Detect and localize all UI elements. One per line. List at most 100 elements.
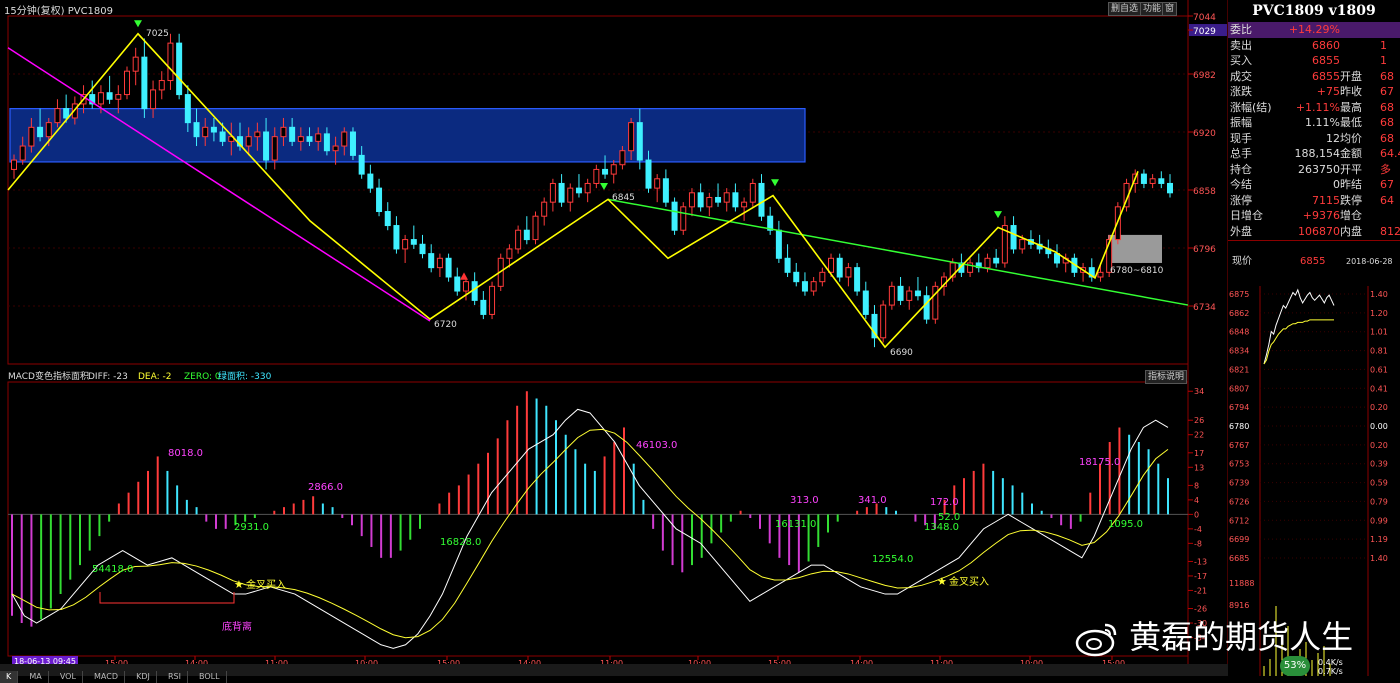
indicator-help-button[interactable]: 指标说明 — [1145, 370, 1188, 384]
function-button[interactable]: 功能 — [1140, 2, 1165, 16]
quote-key-2: 昨结 — [1340, 178, 1362, 191]
candle-body — [184, 94, 191, 124]
quote-row: 持仓 263750 开平 多 — [1228, 162, 1400, 178]
candle-body — [636, 122, 643, 161]
candle-body — [245, 136, 252, 147]
price-annotation: 7025 — [146, 29, 169, 39]
quote-value: 12 — [1326, 131, 1340, 145]
macd-annotation: 313.0 — [790, 495, 819, 506]
candle-body — [662, 178, 669, 203]
quote-separator — [1228, 240, 1400, 241]
macd-title: MACD变色指标面积 — [8, 370, 89, 382]
candle-body — [176, 42, 183, 96]
macd-annotation: 8018.0 — [168, 448, 203, 459]
quote-value: 1.11% — [1305, 116, 1340, 129]
intraday-tick: 6753 — [1229, 460, 1249, 469]
quote-key-2: 金额 — [1340, 147, 1362, 160]
quote-key-2: 最低 — [1340, 116, 1362, 129]
candle-body — [454, 276, 461, 292]
candle-body — [315, 133, 322, 142]
candle-body — [167, 42, 174, 82]
quote-key-2: 最高 — [1340, 100, 1362, 114]
quote-key: 持仓 — [1230, 162, 1252, 176]
tab[interactable]: BOLL — [193, 671, 227, 683]
candle-body — [115, 94, 122, 100]
quote-value-2: 67 — [1380, 178, 1394, 191]
quote-key-2: 开盘 — [1340, 69, 1362, 83]
tab[interactable]: MA — [23, 671, 49, 683]
candle-body — [45, 122, 52, 138]
candle-body — [610, 164, 617, 175]
candle-body — [984, 257, 991, 269]
macd-tick-label: 13 — [1194, 463, 1204, 472]
candle-body — [402, 239, 409, 250]
candle-body — [1158, 178, 1165, 184]
candle-body — [532, 215, 539, 241]
dea-line — [11, 428, 1169, 639]
intraday-tick: 6875 — [1229, 290, 1249, 299]
quote-key: 日增仓 — [1230, 209, 1263, 222]
intraday-avg-line — [1263, 319, 1334, 365]
candle-body — [549, 182, 556, 203]
candle-body — [210, 126, 217, 133]
quote-value-2: 1 — [1380, 38, 1387, 52]
divergence-bracket — [99, 592, 235, 604]
quote-key: 今结 — [1230, 178, 1252, 191]
tab[interactable]: VOL — [54, 671, 83, 683]
macd-tick-label: 4 — [1194, 496, 1199, 505]
candle-body — [671, 201, 678, 231]
percent-badge: 53% — [1280, 656, 1310, 676]
quote-row: 涨幅(结) +1.11% 最高 68 — [1228, 100, 1400, 116]
price-annotation: 6720 — [434, 320, 457, 330]
candle-body — [575, 187, 582, 194]
weibo-logo-icon — [1075, 623, 1117, 657]
price-tick-label: 7029 — [1193, 27, 1216, 37]
intraday-pct-tick: 1.40 — [1370, 554, 1388, 563]
quote-value: 0 — [1333, 178, 1340, 191]
intraday-tick: 6834 — [1229, 347, 1249, 356]
candle-body — [97, 92, 104, 105]
sell-signal-icon — [771, 179, 779, 187]
favorite-button[interactable]: 删自选 — [1108, 2, 1142, 16]
candle-body — [715, 196, 722, 203]
candle-body — [523, 229, 530, 241]
candle-body — [393, 225, 400, 250]
candle-body — [341, 131, 348, 147]
intraday-pct-tick: 0.99 — [1370, 516, 1388, 525]
macd-annotation: 46103.0 — [636, 440, 677, 451]
quote-row: 总手 188,154金额 64.43 — [1228, 146, 1400, 162]
quote-key: 振幅 — [1230, 116, 1252, 129]
candle-body — [567, 187, 574, 203]
candle-body — [332, 145, 339, 152]
tab[interactable]: RSI — [162, 671, 188, 683]
window-button[interactable]: 窗 — [1162, 2, 1178, 16]
candle-body — [541, 201, 548, 217]
quote-value-2: 68 — [1380, 116, 1394, 129]
candle-body — [11, 159, 17, 170]
tab-active[interactable]: K — [0, 671, 19, 683]
macd-annotation: 2931.0 — [234, 522, 269, 533]
candle-body — [271, 136, 278, 161]
price-tick-label: 6734 — [1193, 303, 1216, 313]
candle-body — [150, 89, 157, 110]
candle-body — [480, 299, 487, 315]
quote-title: PVC1809 v1809 — [1252, 3, 1376, 19]
bottom-tab-strip: K MA VOL MACD KDJ RSI BOLL — [0, 664, 1228, 683]
candle-body — [741, 201, 748, 208]
macd-tick-label: 22 — [1194, 431, 1204, 440]
quote-row: 涨停 7115 跌停 64 — [1228, 193, 1400, 209]
candle-body — [723, 192, 730, 203]
tab[interactable]: KDJ — [130, 671, 157, 683]
macd-dea-legend: DEA: -2 — [138, 372, 171, 382]
candle-body — [697, 192, 704, 208]
candle-body — [132, 56, 139, 72]
net-down: 0.7K/s — [1318, 667, 1343, 676]
tab[interactable]: MACD — [88, 671, 125, 683]
macd-annotation: 16828.0 — [440, 537, 481, 548]
quote-key-2: 昨收 — [1340, 85, 1362, 98]
candle-body — [445, 257, 452, 278]
date-label: 18-06-13 09:45 — [14, 657, 76, 664]
quote-row: 现手 12 均价 68 — [1228, 131, 1400, 147]
macd-tick-label: 0 — [1194, 510, 1199, 519]
quote-key: 成交 — [1230, 69, 1252, 83]
